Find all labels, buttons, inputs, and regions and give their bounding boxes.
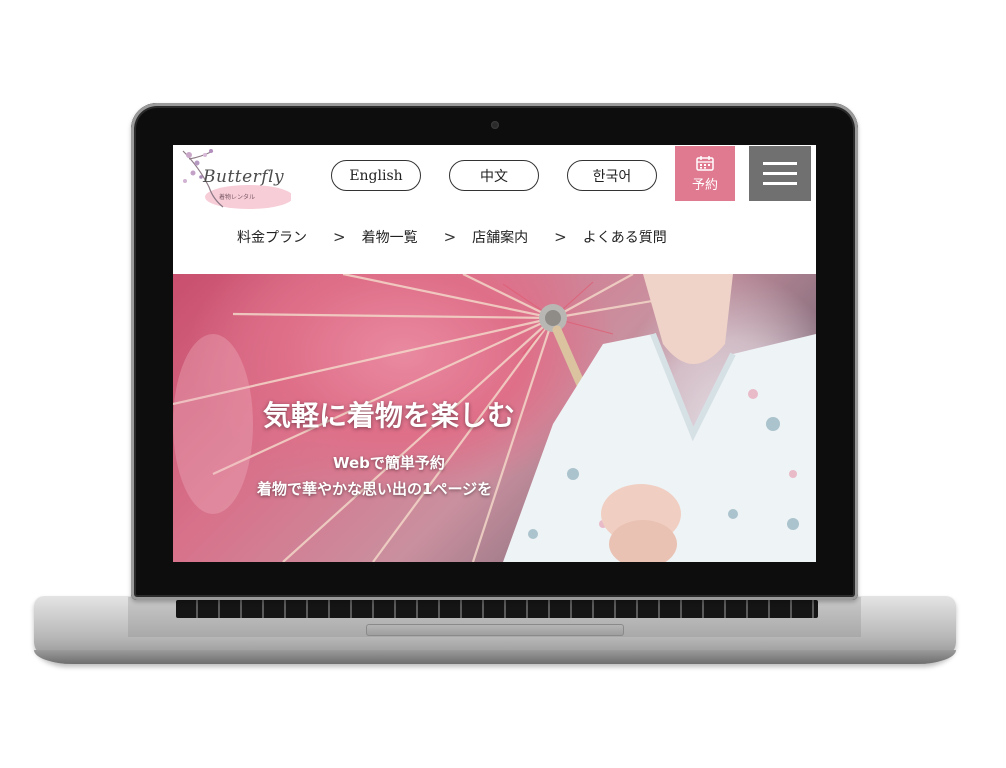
- hamburger-icon-line: [763, 172, 797, 175]
- nav-separator-icon: >: [333, 228, 346, 246]
- laptop-screen: Butterfly 着物レンタル English 中文 한국어 予約 料金プラン…: [173, 145, 816, 562]
- site-logo[interactable]: Butterfly 着物レンタル: [179, 147, 293, 213]
- hero-banner: 気軽に着物を楽しむ Webで簡単予約 着物で華やかな思い出の1ページを: [173, 274, 816, 562]
- laptop-keyboard: [176, 600, 818, 618]
- nav-item-store-info[interactable]: 店舗案内: [472, 227, 528, 247]
- nav-item-faq[interactable]: よくある質問: [583, 227, 667, 247]
- language-chinese-button[interactable]: 中文: [449, 160, 539, 191]
- webcam: [491, 121, 499, 129]
- hero-subtitle-line1: Webで簡単予約: [333, 454, 445, 472]
- laptop-touchpad: [366, 624, 624, 636]
- hamburger-icon-line: [763, 182, 797, 185]
- nav-separator-icon: >: [554, 228, 567, 246]
- hamburger-menu-button[interactable]: [749, 146, 811, 201]
- language-korean-button[interactable]: 한국어: [567, 160, 657, 191]
- hamburger-icon: [763, 162, 797, 165]
- laptop-front-edge: [34, 650, 956, 664]
- calendar-icon: [696, 155, 714, 171]
- nav-separator-icon: >: [443, 228, 457, 246]
- nav-item-kimono-list[interactable]: 着物一覧: [362, 227, 418, 247]
- site-header: Butterfly 着物レンタル English 中文 한국어 予約 料金プラン…: [173, 145, 816, 273]
- hero-title: 気軽に着物を楽しむ: [263, 399, 516, 432]
- language-english-button[interactable]: English: [331, 160, 421, 191]
- logo-subtitle: 着物レンタル: [219, 194, 256, 201]
- main-nav: 料金プラン > 着物一覧 > 店舗案内 > よくある質問: [237, 227, 667, 247]
- reserve-label: 予約: [691, 177, 718, 193]
- nav-item-plans[interactable]: 料金プラン: [237, 227, 307, 247]
- logo-wordmark: Butterfly: [203, 167, 285, 187]
- hero-subtitle-line2: 着物で華やかな思い出の1ページを: [257, 480, 493, 498]
- reserve-button[interactable]: 予約: [675, 146, 735, 201]
